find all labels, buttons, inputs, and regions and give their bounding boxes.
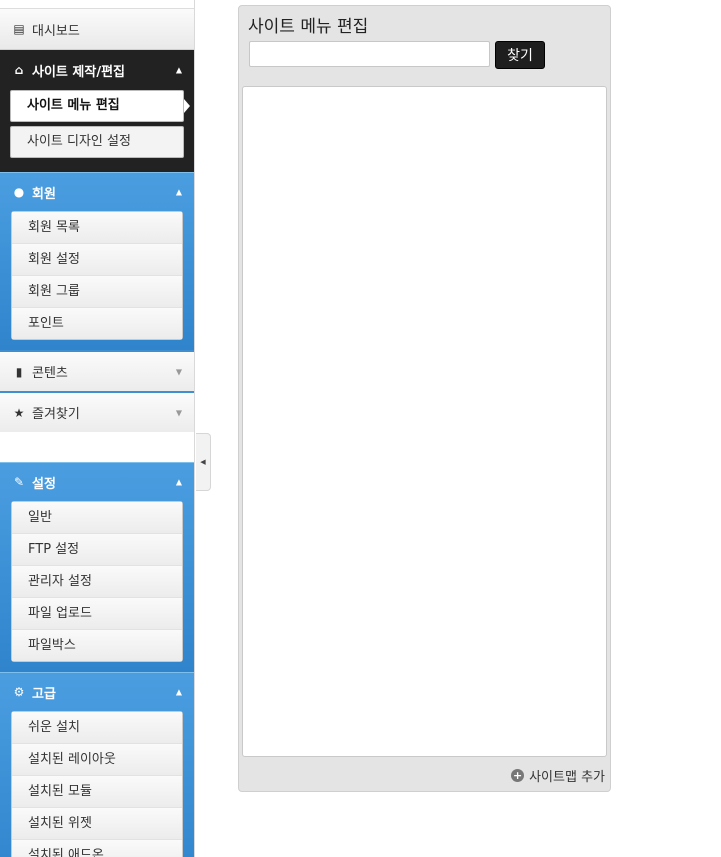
chevron-up-icon: ▲ <box>175 65 182 75</box>
sidebar-item-admin-settings[interactable]: 관리자 설정 <box>12 565 182 597</box>
sidebar-item-point[interactable]: 포인트 <box>12 307 182 339</box>
wrench-icon: ✎ <box>13 475 25 489</box>
sidebar-member-label: 회원 <box>32 186 56 202</box>
panel-title: 사이트 메뉴 편집 <box>248 17 369 37</box>
gear-icon: ⚙ <box>13 685 25 699</box>
advanced-submenu: 쉬운 설치 설치된 레이아웃 설치된 모듈 설치된 위젯 설치된 애드온 <box>11 711 183 857</box>
sidebar-item-member-settings[interactable]: 회원 설정 <box>12 243 182 275</box>
search-button[interactable]: 찾기 <box>495 41 545 69</box>
star-icon: ★ <box>13 405 25 420</box>
dashboard-icon: ▤ <box>13 22 25 36</box>
book-icon: ▮ <box>15 364 23 379</box>
sidebar-member-header[interactable]: ● 회원 ▲ <box>0 173 194 211</box>
plus-circle-icon: + <box>511 769 525 782</box>
sidebar-advanced-header[interactable]: ⚙ 고급 ▲ <box>0 673 194 711</box>
sidebar-settings-label: 설정 <box>32 476 56 492</box>
sidebar-collapse-handle[interactable]: ◀ <box>196 433 211 491</box>
sidebar-item-ftp[interactable]: FTP 설정 <box>12 533 182 565</box>
sidebar-section-settings: ✎ 설정 ▲ 일반 FTP 설정 관리자 설정 파일 업로드 파일박스 <box>0 462 194 672</box>
chevron-up-icon: ▲ <box>175 687 182 697</box>
sidebar-item-installed-modules[interactable]: 설치된 모듈 <box>12 775 182 807</box>
sidebar-item-easy-install[interactable]: 쉬운 설치 <box>12 712 182 743</box>
settings-submenu: 일반 FTP 설정 관리자 설정 파일 업로드 파일박스 <box>11 501 183 662</box>
sidebar-item-installed-addons[interactable]: 설치된 애드온 <box>12 839 182 857</box>
add-sitemap-button[interactable]: + 사이트맵 추가 <box>511 766 605 785</box>
sidebar-dashboard[interactable]: ▤ 대시보드 <box>0 8 194 50</box>
sidebar-item-member-group[interactable]: 회원 그룹 <box>12 275 182 307</box>
sidebar-dashboard-label: 대시보드 <box>32 23 80 39</box>
chevron-up-icon: ▲ <box>175 477 182 487</box>
chevron-down-icon: ▼ <box>175 408 182 417</box>
sidebar-section-advanced: ⚙ 고급 ▲ 쉬운 설치 설치된 레이아웃 설치된 모듈 설치된 위젯 설치된 … <box>0 672 194 857</box>
admin-sidebar: ▤ 대시보드 ⌂ 사이트 제작/편집 ▲ 사이트 메뉴 편집 사이트 디자인 설… <box>0 0 195 857</box>
home-icon: ⌂ <box>14 63 24 77</box>
sidebar-section-member: ● 회원 ▲ 회원 목록 회원 설정 회원 그룹 포인트 <box>0 172 194 350</box>
add-sitemap-label: 사이트맵 추가 <box>529 770 605 785</box>
sidebar-contents-header[interactable]: ▮ 콘텐츠 ▼ <box>0 350 194 391</box>
sitemap-tree[interactable] <box>242 86 607 757</box>
chevron-left-icon: ◀ <box>200 458 206 466</box>
sidebar-favorites-header[interactable]: ★ 즐겨찾기 ▼ <box>0 391 194 432</box>
sidebar-settings-header[interactable]: ✎ 설정 ▲ <box>0 463 194 501</box>
sidebar-item-general[interactable]: 일반 <box>12 502 182 533</box>
user-icon: ● <box>13 185 25 199</box>
sidebar-section-site-edit: ⌂ 사이트 제작/편집 ▲ 사이트 메뉴 편집 사이트 디자인 설정 <box>0 50 194 172</box>
chevron-up-icon: ▲ <box>175 187 182 197</box>
sidebar-item-installed-widgets[interactable]: 설치된 위젯 <box>12 807 182 839</box>
member-submenu: 회원 목록 회원 설정 회원 그룹 포인트 <box>11 211 183 340</box>
sidebar-item-installed-layouts[interactable]: 설치된 레이아웃 <box>12 743 182 775</box>
sidebar-spacer <box>0 432 194 462</box>
sidebar-item-site-menu-edit[interactable]: 사이트 메뉴 편집 <box>10 90 190 122</box>
site-menu-edit-panel: 사이트 메뉴 편집 찾기 + 사이트맵 추가 <box>238 5 611 792</box>
sidebar-item-member-list[interactable]: 회원 목록 <box>12 212 182 243</box>
chevron-down-icon: ▼ <box>175 367 182 376</box>
sidebar-item-site-design[interactable]: 사이트 디자인 설정 <box>10 126 184 158</box>
search-input[interactable] <box>249 41 490 67</box>
sidebar-favorites-label: 즐겨찾기 <box>32 407 80 422</box>
sidebar-site-edit-header[interactable]: ⌂ 사이트 제작/편집 ▲ <box>0 50 194 90</box>
sidebar-site-edit-label: 사이트 제작/편집 <box>32 64 125 80</box>
sidebar-contents-label: 콘텐츠 <box>32 366 68 381</box>
sidebar-item-file-upload[interactable]: 파일 업로드 <box>12 597 182 629</box>
sidebar-advanced-label: 고급 <box>32 686 56 702</box>
site-edit-submenu: 사이트 메뉴 편집 사이트 디자인 설정 <box>10 90 190 158</box>
sidebar-item-filebox[interactable]: 파일박스 <box>12 629 182 661</box>
